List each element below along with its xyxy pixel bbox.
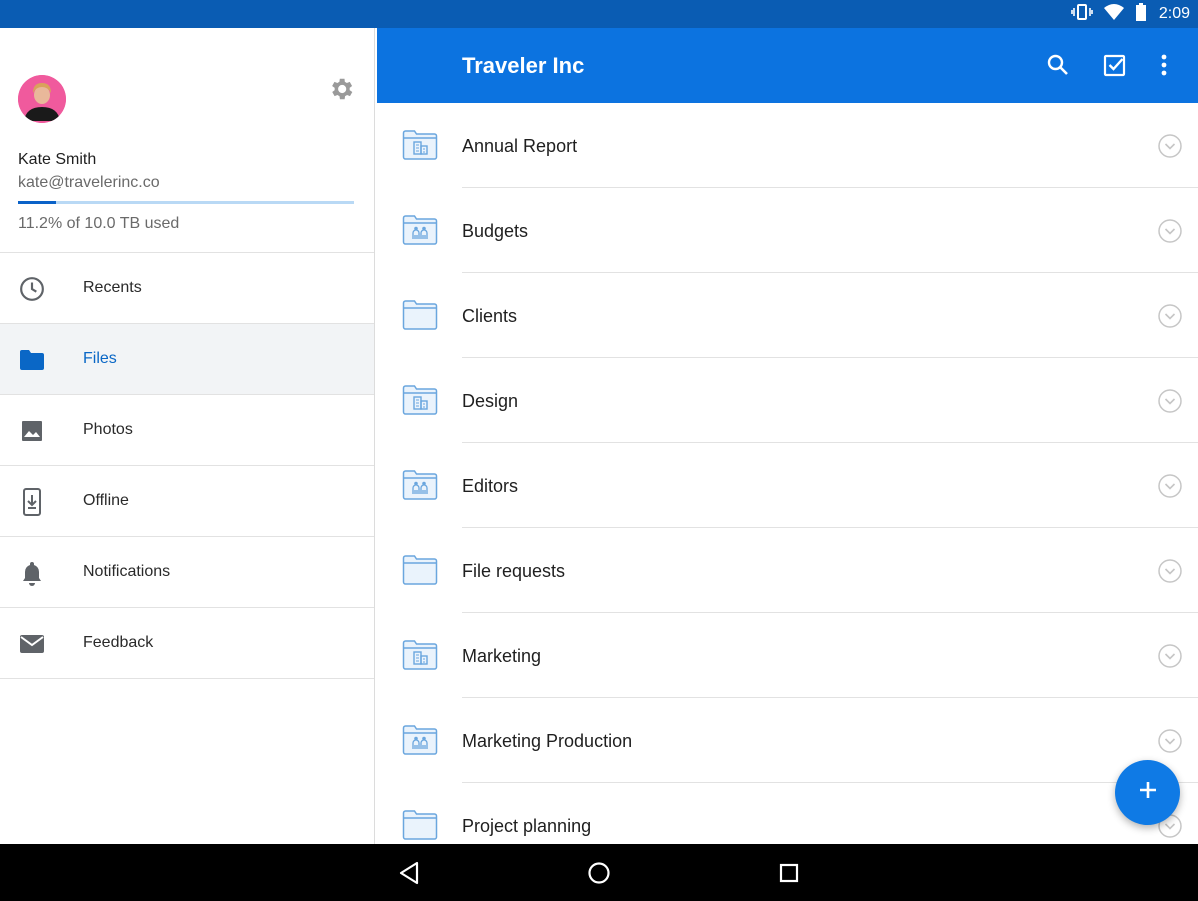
nav-item-offline[interactable]: Offline: [0, 466, 374, 537]
file-list: Annual Report Budgets Clients Design Editors…: [377, 103, 1198, 844]
nav-label: Recents: [83, 279, 142, 296]
chevron-down-icon[interactable]: [1158, 644, 1182, 668]
page-title: Traveler Inc: [462, 53, 585, 78]
shared-folder-icon: [402, 214, 438, 246]
folder-icon: [18, 346, 46, 374]
battery-icon: [1135, 2, 1147, 26]
nav-label: Files: [83, 350, 117, 367]
file-row[interactable]: Project planning: [377, 783, 1198, 844]
vibrate-icon: [1071, 3, 1093, 26]
account-header: Kate Smith kate@travelerinc.co 11.2% of …: [0, 28, 374, 253]
settings-gear-icon[interactable]: [327, 75, 355, 103]
file-name: Marketing: [462, 646, 542, 666]
status-time: 2:09: [1158, 5, 1190, 22]
avatar[interactable]: [18, 75, 66, 123]
offline-icon: [18, 488, 46, 516]
photo-icon: [18, 417, 46, 445]
file-name: Project planning: [462, 816, 592, 836]
chevron-down-icon[interactable]: [1158, 389, 1182, 413]
file-row[interactable]: Marketing Production: [377, 698, 1198, 783]
nav-label: Photos: [83, 421, 133, 438]
folder-icon: [402, 809, 438, 841]
wifi-icon: [1103, 3, 1125, 26]
select-checkbox-icon[interactable]: [1102, 52, 1128, 78]
nav-label: Feedback: [83, 634, 154, 651]
folder-icon: [402, 554, 438, 586]
file-row[interactable]: Editors: [377, 443, 1198, 528]
shared-folder-icon: [402, 724, 438, 756]
nav-item-files[interactable]: Files: [0, 324, 374, 395]
home-icon[interactable]: [586, 860, 612, 886]
nav-item-photos[interactable]: Photos: [0, 395, 374, 466]
navigation-drawer: Kate Smith kate@travelerinc.co 11.2% of …: [0, 28, 375, 844]
nav-label: Offline: [83, 492, 129, 509]
overview-icon[interactable]: [776, 860, 802, 886]
chevron-down-icon[interactable]: [1158, 729, 1182, 753]
file-row[interactable]: File requests: [377, 528, 1198, 613]
file-row[interactable]: Marketing: [377, 613, 1198, 698]
folder-icon: [402, 299, 438, 331]
file-name: File requests: [462, 561, 566, 581]
nav-item-notifications[interactable]: Notifications: [0, 537, 374, 608]
bell-icon: [18, 559, 46, 587]
status-icons: 2:09: [1071, 0, 1190, 28]
storage-quota-bar: [18, 201, 354, 204]
nav-label: Notifications: [83, 563, 171, 580]
plus-icon: [1137, 779, 1159, 806]
back-icon[interactable]: [396, 860, 422, 886]
storage-quota-fill: [18, 201, 56, 204]
file-row[interactable]: Design: [377, 358, 1198, 443]
team-folder-icon: [402, 384, 438, 416]
app-bar: Traveler Inc: [377, 28, 1198, 103]
storage-quota-text: 11.2% of 10.0 TB used: [18, 215, 180, 232]
mail-icon: [18, 630, 46, 658]
file-name: Design: [462, 391, 519, 411]
team-folder-icon: [402, 639, 438, 671]
chevron-down-icon[interactable]: [1158, 134, 1182, 158]
file-row[interactable]: Clients: [377, 273, 1198, 358]
nav-item-recents[interactable]: Recents: [0, 253, 374, 324]
user-name: Kate Smith: [18, 151, 97, 168]
file-row[interactable]: Annual Report: [377, 103, 1198, 188]
clock-icon: [18, 275, 46, 303]
chevron-down-icon[interactable]: [1158, 219, 1182, 243]
file-name: Clients: [462, 306, 518, 326]
chevron-down-icon[interactable]: [1158, 559, 1182, 583]
user-email: kate@travelerinc.co: [18, 174, 160, 191]
chevron-down-icon[interactable]: [1158, 474, 1182, 498]
file-name: Marketing Production: [462, 731, 633, 751]
file-name: Budgets: [462, 221, 529, 241]
drawer-nav-list: Recents Files Photos Offline Notificatio…: [0, 253, 374, 679]
add-button[interactable]: [1115, 760, 1180, 825]
file-name: Editors: [462, 476, 519, 496]
search-icon[interactable]: [1045, 52, 1071, 78]
file-name: Annual Report: [462, 136, 578, 156]
chevron-down-icon[interactable]: [1158, 304, 1182, 328]
file-row[interactable]: Budgets: [377, 188, 1198, 273]
more-options-icon[interactable]: [1151, 52, 1177, 78]
team-folder-icon: [402, 129, 438, 161]
shared-folder-icon: [402, 469, 438, 501]
status-bar: 2:09: [0, 0, 1198, 28]
nav-item-feedback[interactable]: Feedback: [0, 608, 374, 679]
system-navigation-bar: [0, 844, 1198, 901]
